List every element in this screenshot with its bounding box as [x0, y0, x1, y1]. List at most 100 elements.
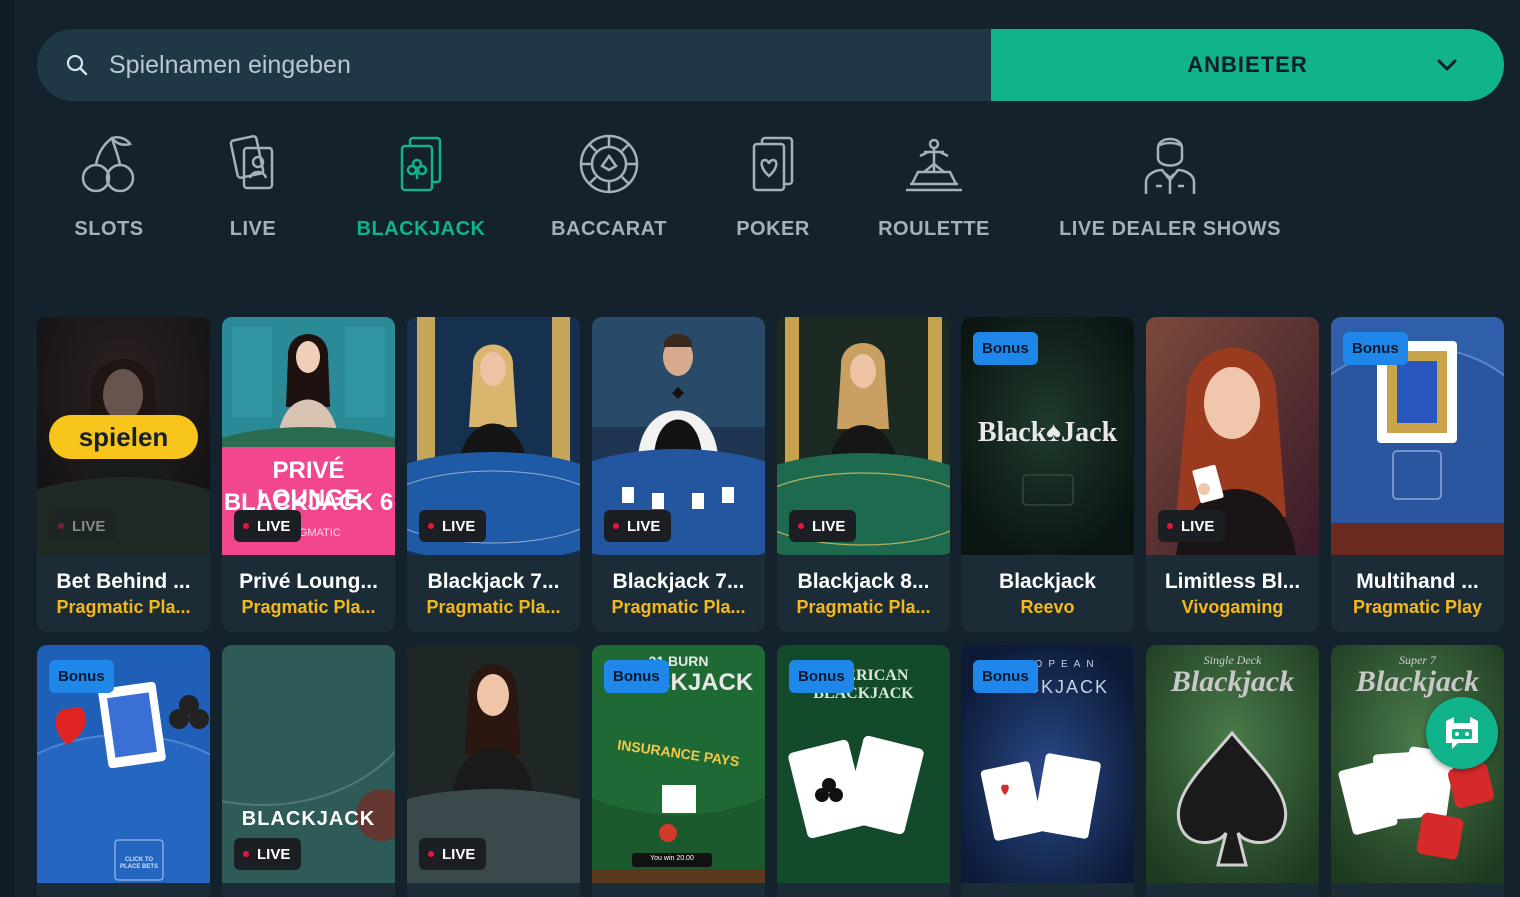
- game-name: Privé Loung...: [239, 570, 378, 593]
- game-thumbnail: 21 BURN BLACKJACK INSURANCE PAYS You win…: [592, 645, 765, 883]
- category-label: SLOTS: [74, 218, 144, 240]
- game-caption: Blackjack 7... Pragmatic Pla...: [592, 555, 765, 632]
- live-badge: LIVE: [419, 510, 487, 542]
- live-badge: LIVE: [789, 510, 857, 542]
- live-badge: LIVE: [234, 838, 302, 870]
- dealer-icon: [1144, 137, 1196, 194]
- category-label: BACCARAT: [551, 218, 667, 240]
- game-provider: Pragmatic Pla...: [611, 597, 746, 617]
- category-roulette[interactable]: ROULETTE: [872, 132, 996, 241]
- game-thumbnail: LIVE: [407, 317, 580, 555]
- chat-button[interactable]: [1426, 697, 1498, 769]
- bonus-badge: Bonus: [973, 660, 1038, 693]
- game-tile[interactable]: spielen LIVE Bet Behind ... Pragmatic Pl…: [37, 317, 210, 632]
- game-tile[interactable]: LIVE Limitless Bl... Vivogaming: [1146, 317, 1319, 632]
- game-provider: Reevo: [1020, 597, 1075, 617]
- game-thumbnail: Black♠Jack Bonus: [961, 317, 1134, 555]
- game-tile[interactable]: AMERICAN BLACKJACK Bonus: [777, 645, 950, 897]
- play-button[interactable]: spielen: [49, 415, 198, 459]
- game-tile[interactable]: 21 BURN BLACKJACK INSURANCE PAYS You win…: [592, 645, 765, 897]
- game-thumbnail: LIVE: [777, 317, 950, 555]
- category-label: LIVE DEALER SHOWS: [1059, 218, 1281, 240]
- search-input[interactable]: [107, 49, 911, 81]
- provider-dropdown[interactable]: ANBIETER: [991, 29, 1504, 101]
- game-thumbnail: PRIVÉ LOUNGE BLACKJACK 6 PRAGMATIC LIVE: [222, 317, 395, 555]
- game-provider: Vivogaming: [1181, 597, 1284, 617]
- game-provider: Pragmatic Pla...: [241, 597, 376, 617]
- game-name: Blackjack: [999, 570, 1096, 593]
- live-badge: LIVE: [49, 510, 117, 542]
- game-tile[interactable]: Single Deck Blackjack: [1146, 645, 1319, 897]
- category-live[interactable]: LIVE: [225, 132, 281, 241]
- game-tile[interactable]: LIVE: [407, 645, 580, 897]
- game-caption: Privé Loung... Pragmatic Pla...: [222, 555, 395, 632]
- game-name: Multihand ...: [1356, 570, 1479, 593]
- game-thumbnail: AMERICAN BLACKJACK Bonus: [777, 645, 950, 883]
- game-tile[interactable]: Black♠Jack Bonus Blackjack Reevo: [961, 317, 1134, 632]
- game-caption: Blackjack Reevo: [961, 555, 1134, 632]
- game-thumbnail: LIVE: [592, 317, 765, 555]
- game-thumbnail: spielen LIVE: [37, 317, 210, 555]
- live-cards-icon: [229, 135, 274, 190]
- live-badge: LIVE: [234, 510, 302, 542]
- game-name: Blackjack 7...: [612, 570, 745, 593]
- game-art-win: You win 20.00: [650, 855, 694, 862]
- category-label: BLACKJACK: [356, 218, 486, 240]
- game-art-hint: CLICK TO PLACE BETS: [119, 857, 158, 870]
- game-thumbnail: CLICK TO PLACE BETS Bonus: [37, 645, 210, 883]
- search-field[interactable]: [37, 29, 991, 101]
- game-thumbnail: LIVE: [407, 645, 580, 883]
- game-caption: Blackjack 7... Pragmatic Pla...: [407, 555, 580, 632]
- provider-dropdown-label: ANBIETER: [1187, 52, 1308, 77]
- bonus-badge: Bonus: [1343, 332, 1408, 365]
- live-badge: LIVE: [1158, 510, 1226, 542]
- game-name: Bet Behind ...: [56, 570, 191, 593]
- game-tile[interactable]: LIVE Blackjack 7... Pragmatic Pla...: [592, 317, 765, 632]
- game-caption: Blackjack 8... Pragmatic Pla...: [777, 555, 950, 632]
- category-label: LIVE: [229, 218, 277, 240]
- game-tile[interactable]: LIVE Blackjack 7... Pragmatic Pla...: [407, 317, 580, 632]
- game-tile[interactable]: Bonus Multihand ... Pragmatic Play: [1331, 317, 1504, 632]
- category-poker[interactable]: POKER: [731, 132, 815, 241]
- category-slots[interactable]: SLOTS: [72, 132, 146, 241]
- game-tile[interactable]: LIVE Blackjack 8... Pragmatic Pla...: [777, 317, 950, 632]
- chat-bot-icon: [1446, 717, 1478, 749]
- game-name: Blackjack 7...: [427, 570, 560, 593]
- live-badge: LIVE: [604, 510, 672, 542]
- live-badge: LIVE: [419, 838, 487, 870]
- bonus-badge: Bonus: [49, 660, 114, 693]
- category-live-dealer-shows[interactable]: LIVE DEALER SHOWS: [1050, 132, 1290, 241]
- game-tile[interactable]: BLACKJACK LIVE: [222, 645, 395, 897]
- category-blackjack[interactable]: BLACKJACK: [352, 132, 490, 241]
- game-art-title: Black♠Jack: [977, 417, 1118, 448]
- category-label: POKER: [736, 218, 810, 240]
- game-tile[interactable]: EUROPEAN BLACKJACK Bonus: [961, 645, 1134, 897]
- poker-cards-icon: [752, 136, 794, 192]
- category-baccarat[interactable]: BACCARAT: [546, 132, 672, 241]
- chevron-down-icon: [1437, 59, 1457, 71]
- game-art-title: Blackjack: [1355, 665, 1480, 698]
- game-provider: Pragmatic Pla...: [796, 597, 931, 617]
- bonus-badge: Bonus: [604, 660, 669, 693]
- game-name: Limitless Bl...: [1164, 570, 1301, 593]
- game-thumbnail: Single Deck Blackjack: [1146, 645, 1319, 883]
- chip-icon: [579, 134, 639, 194]
- cherries-icon: [81, 136, 135, 193]
- game-thumbnail: LIVE: [1146, 317, 1319, 555]
- blackjack-card-icon: [400, 136, 442, 192]
- game-caption: Limitless Bl... Vivogaming: [1146, 555, 1319, 632]
- roulette-wheel-icon: [906, 138, 962, 192]
- game-tile[interactable]: PRIVÉ LOUNGE BLACKJACK 6 PRAGMATIC LIVE …: [222, 317, 395, 632]
- search-bar: ANBIETER: [37, 29, 1504, 101]
- game-caption: Multihand ... Pragmatic Play: [1331, 555, 1504, 632]
- category-label: ROULETTE: [878, 218, 990, 240]
- game-thumbnail: BLACKJACK LIVE: [222, 645, 395, 883]
- search-icon: [66, 54, 88, 76]
- game-tile[interactable]: CLICK TO PLACE BETS Bonus: [37, 645, 210, 897]
- game-tile[interactable]: Super 7 Blackjack: [1331, 645, 1504, 897]
- bonus-badge: Bonus: [973, 332, 1038, 365]
- game-provider: Pragmatic Pla...: [56, 597, 191, 617]
- game-art-title: Blackjack: [1170, 665, 1295, 698]
- game-provider: Pragmatic Play: [1352, 597, 1483, 617]
- game-provider: Pragmatic Pla...: [426, 597, 561, 617]
